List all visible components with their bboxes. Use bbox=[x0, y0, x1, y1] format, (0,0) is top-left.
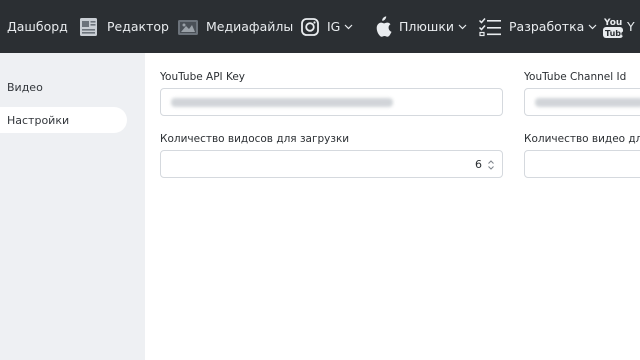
nav-plushki-label: Плюшки bbox=[399, 19, 455, 34]
apple-icon bbox=[372, 15, 392, 38]
masked-value bbox=[171, 98, 393, 107]
settings-form: YouTube API Key YouTube Channel Id Колич… bbox=[145, 53, 640, 360]
video-count-value: 6 bbox=[475, 158, 482, 171]
instagram-icon bbox=[300, 17, 320, 37]
chevron-down-icon bbox=[344, 24, 353, 30]
sidebar-item-settings[interactable]: Настройки bbox=[0, 107, 127, 133]
sidebar-item-video[interactable]: Видео bbox=[0, 74, 43, 100]
nav-ig[interactable]: IG bbox=[300, 0, 353, 53]
media-icon bbox=[177, 17, 199, 37]
nav-development-label: Разработка bbox=[509, 19, 585, 34]
editor-icon bbox=[78, 16, 100, 38]
chevron-down-icon bbox=[588, 24, 597, 30]
nav-media[interactable]: Медиафайлы bbox=[177, 0, 293, 53]
nav-youtube-label: Y bbox=[627, 19, 635, 34]
youtube-icon: You Tube bbox=[603, 15, 623, 39]
api-key-label: YouTube API Key bbox=[160, 71, 246, 83]
stepper-icon[interactable] bbox=[486, 158, 496, 172]
svg-text:Tube: Tube bbox=[605, 29, 623, 38]
masked-value bbox=[535, 98, 640, 107]
sidebar-item-label: Настройки bbox=[7, 113, 70, 127]
svg-text:You: You bbox=[603, 18, 622, 28]
nav-editor-label: Редактор bbox=[107, 19, 169, 34]
video-count-input[interactable]: 6 bbox=[160, 150, 503, 178]
nav-dashboard[interactable]: Дашборд bbox=[7, 0, 68, 53]
nav-dashboard-label: Дашборд bbox=[7, 19, 68, 34]
video-count2-label: Количество видео для о bbox=[524, 133, 640, 145]
api-key-input[interactable] bbox=[160, 88, 503, 116]
channel-id-input[interactable] bbox=[524, 88, 640, 116]
nav-youtube[interactable]: You Tube Y bbox=[603, 0, 635, 53]
sidebar-item-label: Видео bbox=[7, 80, 43, 94]
nav-media-label: Медиафайлы bbox=[206, 19, 294, 34]
nav-editor[interactable]: Редактор bbox=[78, 0, 169, 53]
nav-plushki[interactable]: Плюшки bbox=[372, 0, 467, 53]
nav-ig-label: IG bbox=[327, 19, 341, 34]
sidebar: Видео Настройки bbox=[0, 53, 145, 360]
top-navbar: Дашборд Редактор Медиафайлы IG Плюшки Ра… bbox=[0, 0, 640, 53]
video-count2-input[interactable] bbox=[524, 150, 640, 178]
video-count-label: Количество видосов для загрузки bbox=[160, 133, 350, 145]
checklist-icon bbox=[478, 17, 502, 37]
nav-development[interactable]: Разработка bbox=[478, 0, 597, 53]
channel-id-label: YouTube Channel Id bbox=[524, 71, 627, 83]
chevron-down-icon bbox=[458, 24, 467, 30]
